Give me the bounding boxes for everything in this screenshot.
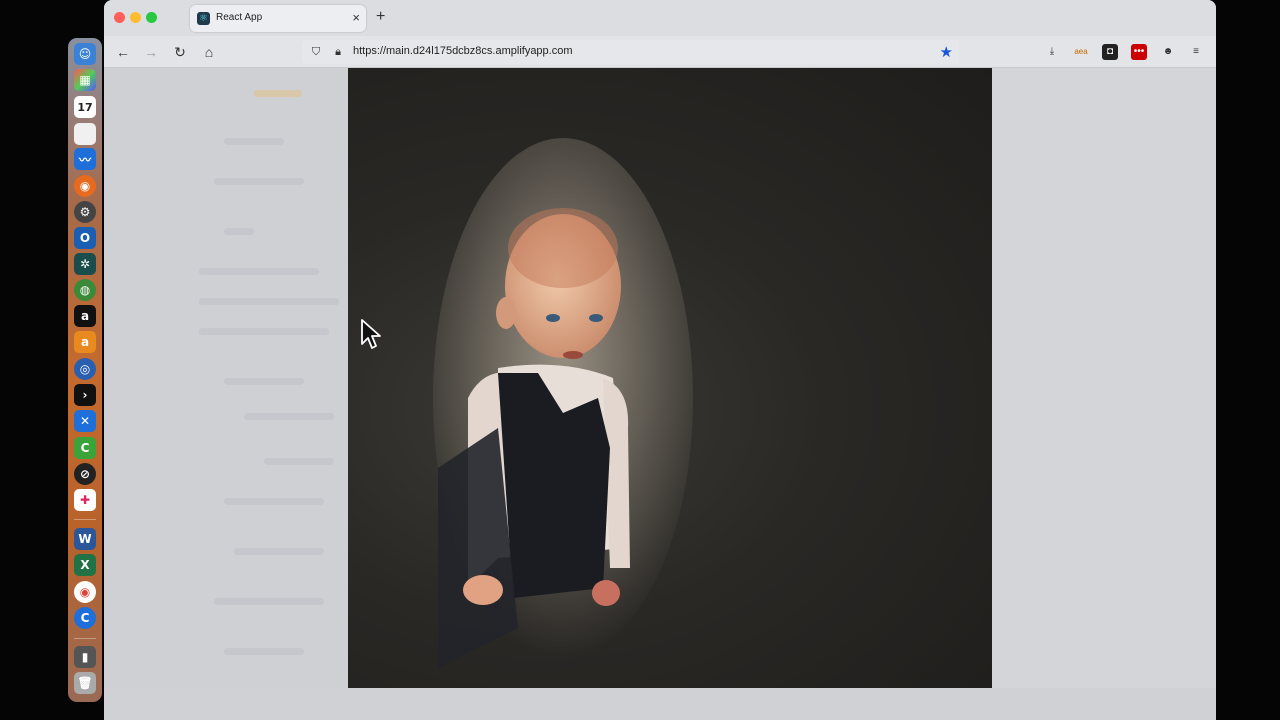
tab-close-icon[interactable]: × (352, 10, 360, 25)
app-c-icon[interactable]: C (74, 437, 96, 459)
extension-spy-icon[interactable]: ☻ (1160, 44, 1176, 60)
word-icon[interactable]: W (74, 528, 96, 550)
chrome-icon[interactable]: ◉ (74, 581, 96, 603)
home-icon[interactable]: ⌂ (200, 43, 218, 61)
page-content (104, 68, 1216, 720)
new-tab-button[interactable]: + (376, 8, 385, 26)
slack-icon[interactable]: ✚ (74, 489, 96, 511)
network-icon[interactable]: ◎ (74, 358, 96, 380)
download-icon[interactable]: ⤓ (1044, 44, 1060, 60)
side-panel (104, 68, 348, 720)
placeholder-line (224, 378, 304, 385)
placeholder-line (224, 498, 324, 505)
placeholder-line (244, 413, 334, 420)
placeholder-line (199, 328, 329, 335)
tab-react-app[interactable]: ⚛ React App × (190, 5, 366, 32)
lock-icon[interactable]: 🔒︎ (331, 45, 345, 59)
activity-monitor-icon[interactable]: 〰 (74, 148, 96, 170)
title-bar: ⚛ React App × + (104, 0, 1216, 36)
bookmark-star-icon[interactable]: ★ (940, 43, 953, 61)
placeholder-line (224, 648, 304, 655)
document-icon[interactable]: ▮ (74, 646, 96, 668)
browser-window: ⚛ React App × + ← → ↻ ⌂ ⛉ 🔒︎ https://mai… (104, 0, 1216, 720)
calendar-day: 17 (77, 100, 93, 114)
excel-icon[interactable]: X (74, 554, 96, 576)
page-footer-area (104, 688, 1216, 720)
back-arrow-icon[interactable]: ← (114, 43, 132, 61)
shield-icon[interactable]: ⛉ (309, 45, 323, 59)
navigation-toolbar: ← → ↻ ⌂ ⛉ 🔒︎ https://main.d24l175dcbz8cs… (104, 36, 1216, 68)
placeholder-line (224, 138, 284, 145)
react-icon: ⚛ (197, 12, 210, 25)
minimize-window-button[interactable] (130, 12, 141, 23)
address-bar[interactable]: ⛉ 🔒︎ https://main.d24l175dcbz8cs.amplify… (302, 40, 959, 64)
placeholder-line (234, 548, 324, 555)
placeholder-line (224, 228, 254, 235)
app-c2-icon[interactable]: C (74, 607, 96, 629)
launchpad-icon[interactable]: ▦ (74, 69, 96, 91)
zoom-window-button[interactable] (146, 12, 157, 23)
placeholder-line (214, 598, 324, 605)
settings-icon[interactable]: ⚙ (74, 201, 96, 223)
mouse-cursor-icon (361, 319, 381, 349)
calendar-icon[interactable]: 17 (74, 96, 96, 118)
dock-separator (74, 519, 96, 520)
trash-icon[interactable]: 🗑 (74, 672, 96, 694)
close-window-button[interactable] (114, 12, 125, 23)
placeholder-line (264, 458, 334, 465)
dock: ☺ ▦ 17 〰 ◉ ⚙ O ✲ ◍ a a ◎ › ✕ C ⊘ ✚ W X ◉… (68, 38, 102, 702)
placeholder-line (214, 178, 304, 185)
extension-red-icon[interactable]: ••• (1131, 44, 1147, 60)
extension-glasses-icon[interactable]: ◘ (1102, 44, 1118, 60)
reload-icon[interactable]: ↻ (171, 43, 189, 61)
firefox-icon[interactable]: ◉ (74, 175, 96, 197)
tab-title: React App (216, 12, 263, 23)
terminal-icon[interactable]: › (74, 384, 96, 406)
menu-hamburger-icon[interactable]: ≡ (1188, 44, 1204, 60)
blocked-icon[interactable]: ⊘ (74, 463, 96, 485)
globe-icon[interactable]: ◍ (74, 279, 96, 301)
pinwheel-icon[interactable]: ✲ (74, 253, 96, 275)
amazon-shopping-icon[interactable]: a (74, 331, 96, 353)
amazon-extension-icon[interactable]: aea (1073, 44, 1089, 60)
generated-portrait-image (348, 68, 992, 688)
forward-arrow-icon[interactable]: → (142, 43, 160, 61)
placeholder-line (199, 298, 339, 305)
placeholder-line (254, 90, 302, 97)
vscode-icon[interactable]: ✕ (74, 410, 96, 432)
dock-separator (74, 638, 96, 639)
finder-icon[interactable]: ☺ (74, 43, 96, 65)
outlook-icon[interactable]: O (74, 227, 96, 249)
url-text: https://main.d24l175dcbz8cs.amplifyapp.c… (353, 45, 573, 57)
portrait-illustration (433, 138, 693, 668)
placeholder-line (199, 268, 319, 275)
amazon-icon[interactable]: a (74, 305, 96, 327)
notes-icon[interactable] (74, 123, 96, 145)
